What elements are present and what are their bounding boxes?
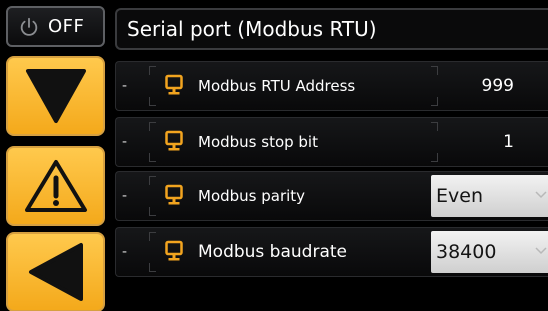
- power-off-button[interactable]: OFF: [6, 6, 105, 47]
- chevron-down-icon: [535, 247, 547, 255]
- setting-value[interactable]: 999: [482, 62, 514, 110]
- setting-value[interactable]: 1: [503, 118, 514, 166]
- row-corner-bracket: [149, 122, 156, 131]
- row-corner-bracket: [149, 153, 156, 162]
- warning-icon: [24, 160, 87, 212]
- row-corner-bracket: [431, 153, 438, 162]
- row-expand-toggle[interactable]: -: [122, 118, 127, 166]
- row-corner-bracket: [149, 176, 156, 185]
- dropdown-selected-value: Even: [436, 185, 483, 207]
- settings-screen: OFF Serial port (Modbus RTU) - Modbus RT…: [0, 0, 548, 311]
- alarm-button[interactable]: [6, 146, 105, 226]
- page-header: Serial port (Modbus RTU): [115, 8, 548, 50]
- row-corner-bracket: [149, 97, 156, 106]
- power-icon: [20, 17, 38, 36]
- monitor-icon: [165, 74, 183, 95]
- page-title: Serial port (Modbus RTU): [127, 17, 377, 41]
- monitor-icon: [165, 240, 183, 261]
- setting-label: Modbus baudrate: [198, 242, 347, 262]
- chevron-down-icon: [535, 191, 547, 199]
- parity-dropdown[interactable]: Even: [431, 175, 548, 217]
- baudrate-dropdown[interactable]: 38400: [431, 231, 548, 273]
- triangle-down-icon: [25, 69, 86, 123]
- row-expand-toggle[interactable]: -: [122, 172, 127, 220]
- setting-label: Modbus stop bit: [198, 133, 318, 151]
- power-off-label: OFF: [48, 16, 85, 37]
- back-button[interactable]: [6, 232, 105, 311]
- monitor-icon: [165, 184, 183, 205]
- setting-row-parity[interactable]: - Modbus parity Even: [115, 171, 548, 221]
- setting-label: Modbus RTU Address: [198, 77, 356, 95]
- setting-row-baudrate[interactable]: - Modbus baudrate 38400: [115, 227, 548, 277]
- triangle-left-icon: [28, 243, 83, 301]
- row-corner-bracket: [431, 122, 438, 131]
- setting-label: Modbus parity: [198, 187, 306, 205]
- scroll-down-button[interactable]: [6, 56, 105, 136]
- row-corner-bracket: [149, 207, 156, 216]
- row-corner-bracket: [149, 66, 156, 75]
- dropdown-selected-value: 38400: [436, 241, 497, 263]
- row-corner-bracket: [431, 97, 438, 106]
- row-corner-bracket: [149, 263, 156, 272]
- row-corner-bracket: [149, 232, 156, 241]
- setting-row-stop-bit[interactable]: - Modbus stop bit 1: [115, 117, 548, 167]
- monitor-icon: [165, 130, 183, 151]
- setting-row-rtu-address[interactable]: - Modbus RTU Address 999: [115, 61, 548, 111]
- row-expand-toggle[interactable]: -: [122, 62, 127, 110]
- row-corner-bracket: [431, 66, 438, 75]
- row-expand-toggle[interactable]: -: [122, 228, 127, 276]
